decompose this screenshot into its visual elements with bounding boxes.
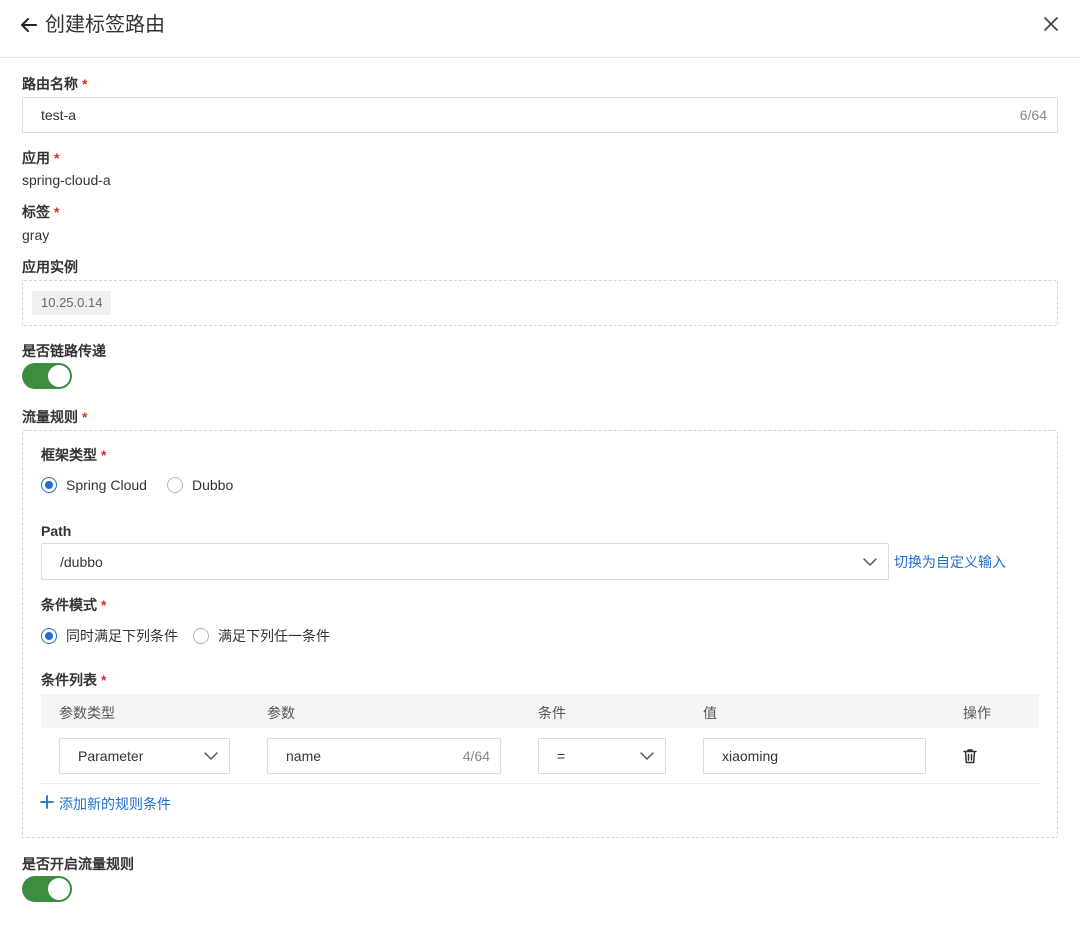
operator-value: = — [557, 748, 566, 764]
arrow-left-icon[interactable] — [18, 14, 40, 36]
route-name-label: 路由名称 * — [22, 76, 88, 92]
route-name-value: test-a — [41, 107, 77, 123]
required-mark: * — [82, 76, 88, 92]
radio-match-any[interactable]: 满足下列任一条件 — [193, 626, 330, 646]
chevron-down-icon — [204, 752, 218, 760]
dialog-header: 创建标签路由 — [0, 0, 1080, 58]
instances-label: 应用实例 — [22, 259, 78, 275]
required-mark: * — [82, 409, 88, 425]
path-label: Path — [41, 523, 72, 539]
switch-knob — [48, 365, 70, 387]
column-header-param-type: 参数类型 — [59, 705, 115, 721]
param-char-count: 4/64 — [462, 748, 490, 764]
table-row-divider — [41, 783, 1039, 784]
param-type-select[interactable]: Parameter — [59, 738, 230, 774]
param-input[interactable]: name 4/64 — [267, 738, 501, 774]
close-icon[interactable] — [1041, 14, 1061, 34]
chain-pass-label: 是否链路传递 — [22, 343, 106, 359]
enable-traffic-rules-label: 是否开启流量规则 — [22, 856, 134, 872]
required-mark: * — [54, 204, 60, 220]
condition-mode-label: 条件模式 * — [41, 597, 107, 613]
chain-pass-switch[interactable] — [22, 363, 72, 389]
route-name-char-count: 6/64 — [1019, 107, 1047, 123]
radio-circle — [167, 477, 183, 493]
framework-label: 框架类型 * — [41, 447, 107, 463]
instances-box — [22, 280, 1058, 326]
radio-circle-checked — [41, 628, 57, 644]
add-rule-condition-link[interactable]: 添加新的规则条件 — [59, 794, 171, 814]
tag-label: 标签 * — [22, 204, 60, 220]
column-header-value: 值 — [703, 705, 717, 721]
traffic-rules-label: 流量规则 * — [22, 409, 88, 425]
route-name-input[interactable]: test-a 6/64 — [22, 97, 1058, 133]
required-mark: * — [54, 150, 60, 166]
param-value: name — [286, 748, 322, 764]
required-mark: * — [101, 447, 107, 463]
operator-select[interactable]: = — [538, 738, 666, 774]
chevron-down-icon — [640, 752, 654, 760]
chevron-down-icon — [863, 557, 877, 566]
trash-icon[interactable] — [961, 747, 979, 765]
radio-spring-cloud[interactable]: Spring Cloud — [41, 477, 147, 493]
condition-table-header: 参数类型 参数 条件 值 操作 — [41, 694, 1039, 728]
value-input[interactable]: xiaoming — [703, 738, 926, 774]
condition-value: xiaoming — [722, 748, 779, 764]
path-select[interactable]: /dubbo — [41, 543, 889, 580]
param-type-value: Parameter — [78, 748, 144, 764]
instance-chip: 10.25.0.14 — [32, 291, 112, 315]
condition-list-label: 条件列表 * — [41, 672, 107, 688]
switch-custom-input-link[interactable]: 切换为自定义输入 — [894, 552, 1006, 572]
radio-circle — [193, 628, 209, 644]
column-header-param: 参数 — [267, 705, 295, 721]
radio-dubbo[interactable]: Dubbo — [167, 477, 233, 493]
app-label: 应用 * — [22, 150, 60, 166]
column-header-condition: 条件 — [538, 705, 566, 721]
column-header-action: 操作 — [963, 705, 991, 721]
required-mark: * — [101, 597, 107, 613]
plus-icon[interactable] — [40, 795, 54, 809]
enable-traffic-rules-switch[interactable] — [22, 876, 72, 902]
path-value: /dubbo — [60, 553, 103, 570]
page-title: 创建标签路由 — [45, 14, 165, 36]
radio-circle-checked — [41, 477, 57, 493]
tag-value: gray — [22, 227, 50, 243]
app-value: spring-cloud-a — [22, 172, 111, 188]
required-mark: * — [101, 672, 107, 688]
switch-knob — [48, 878, 70, 900]
radio-match-all[interactable]: 同时满足下列条件 — [41, 626, 178, 646]
